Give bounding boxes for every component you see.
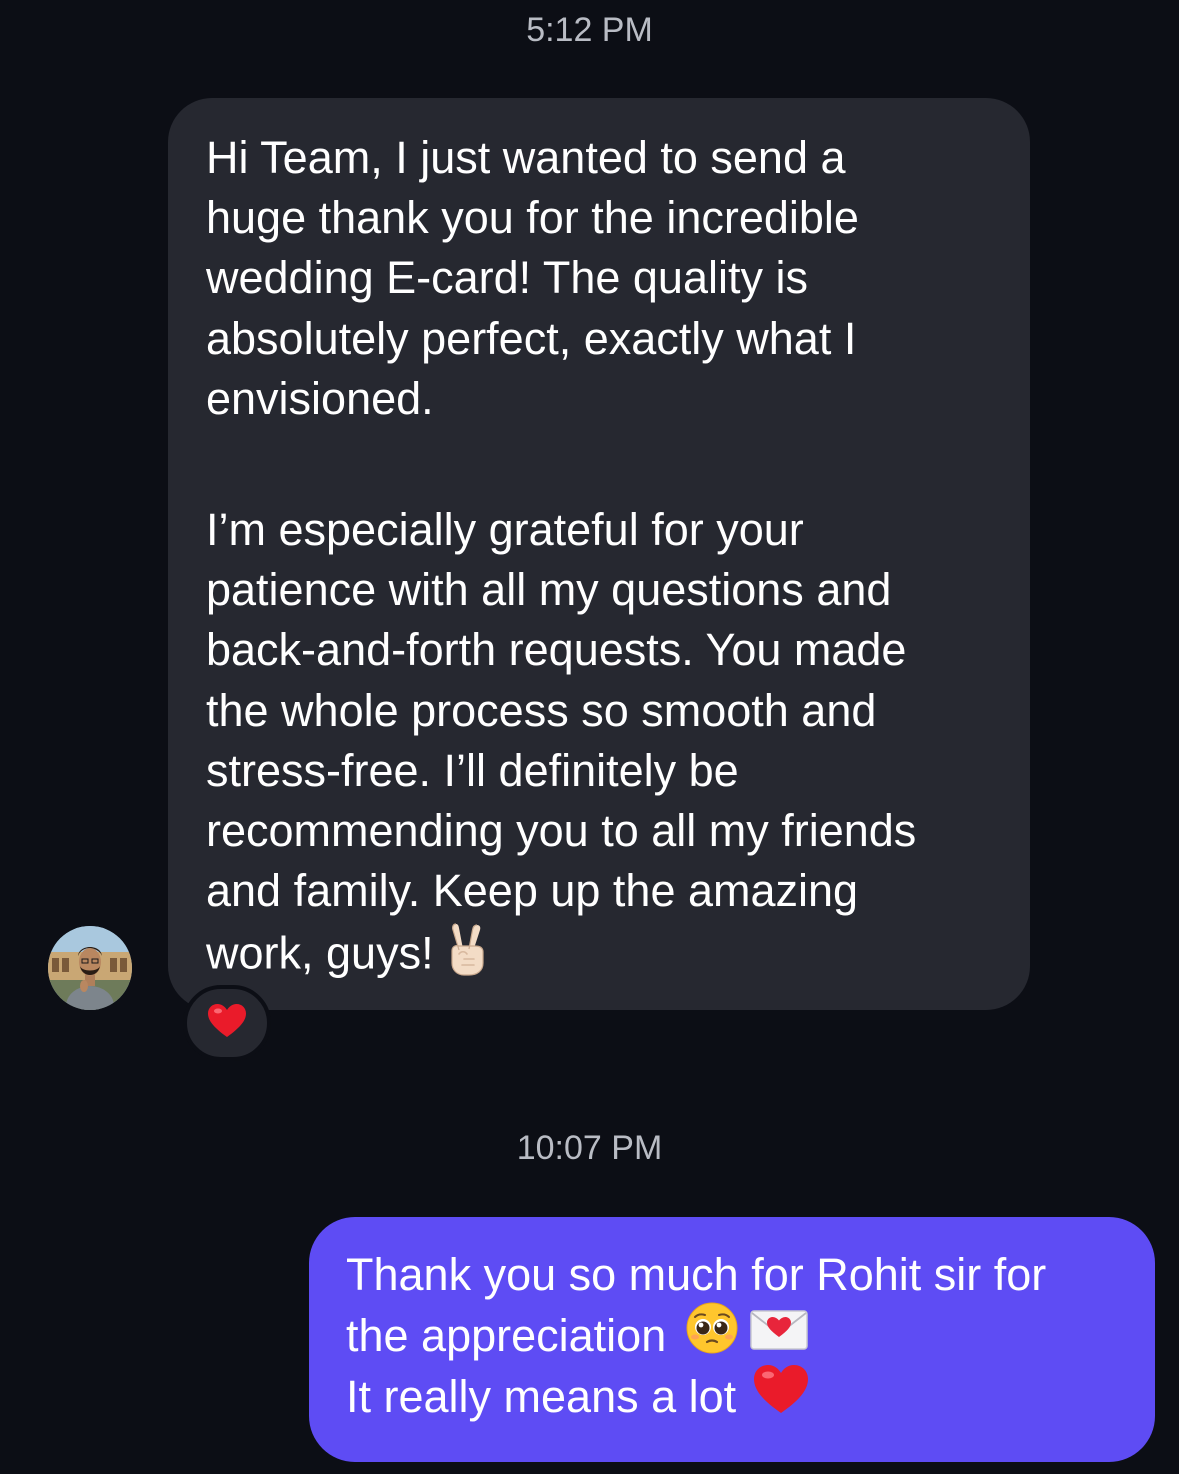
incoming-message-bubble[interactable]: Hi Team, I just wanted to send a huge th… (168, 98, 1030, 1010)
contact-avatar[interactable] (48, 926, 132, 1010)
incoming-message-paragraph-2-text: I’m especially grateful for your patienc… (206, 504, 917, 979)
timestamp-5-12-pm: 5:12 PM (526, 11, 653, 49)
red-heart-icon (207, 1003, 247, 1044)
outgoing-message-line-3: It really means a lot (346, 1371, 737, 1422)
outgoing-message-bubble[interactable]: Thank you so much for Rohit sir for the … (309, 1217, 1155, 1462)
red-heart-icon (752, 1363, 810, 1430)
love-letter-icon (750, 1305, 808, 1366)
incoming-message-paragraph-1: Hi Team, I just wanted to send a huge th… (206, 132, 859, 424)
outgoing-message-line-1: Thank you so much for Rohit sir for (346, 1249, 1047, 1300)
heart-reaction-badge[interactable] (183, 985, 271, 1061)
victory-hand-emoji-icon (444, 921, 490, 992)
pleading-face-icon (686, 1302, 738, 1369)
outgoing-message-line-3-row: It really means a lot (346, 1363, 1125, 1430)
outgoing-message-line-2-row: the appreciation (346, 1302, 1125, 1369)
incoming-message-paragraph-2: I’m especially grateful for your patienc… (206, 500, 1000, 993)
timestamp-10-07-pm: 10:07 PM (516, 1129, 663, 1167)
outgoing-message-line-2: the appreciation (346, 1310, 667, 1361)
